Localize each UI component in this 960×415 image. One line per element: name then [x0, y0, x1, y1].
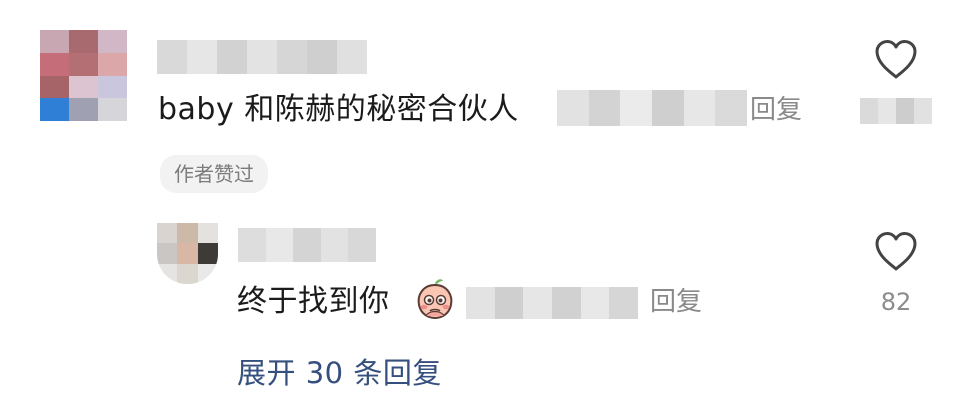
reply-text: 终于找到你: [237, 284, 390, 319]
heart-outline-icon[interactable]: [873, 38, 919, 80]
comment-meta-redacted: [557, 90, 747, 126]
username-redacted[interactable]: [157, 40, 367, 74]
peach-shy-face-emoji: [412, 276, 458, 322]
avatar[interactable]: [40, 30, 127, 121]
expand-replies-button[interactable]: 展开 30 条回复: [237, 353, 442, 393]
reply-username-redacted[interactable]: [238, 228, 376, 262]
heart-outline-icon[interactable]: [873, 230, 919, 272]
like-count: 82: [880, 288, 912, 316]
comment-text: baby 和陈赫的秘密合伙人: [158, 92, 519, 127]
reply-button[interactable]: 回复: [750, 93, 802, 127]
like-count-redacted: [860, 98, 932, 124]
reply-meta-redacted: [466, 287, 638, 319]
reply-avatar[interactable]: [157, 223, 218, 284]
reply-button[interactable]: 回复: [650, 285, 702, 319]
author-liked-badge: 作者赞过: [160, 155, 268, 193]
